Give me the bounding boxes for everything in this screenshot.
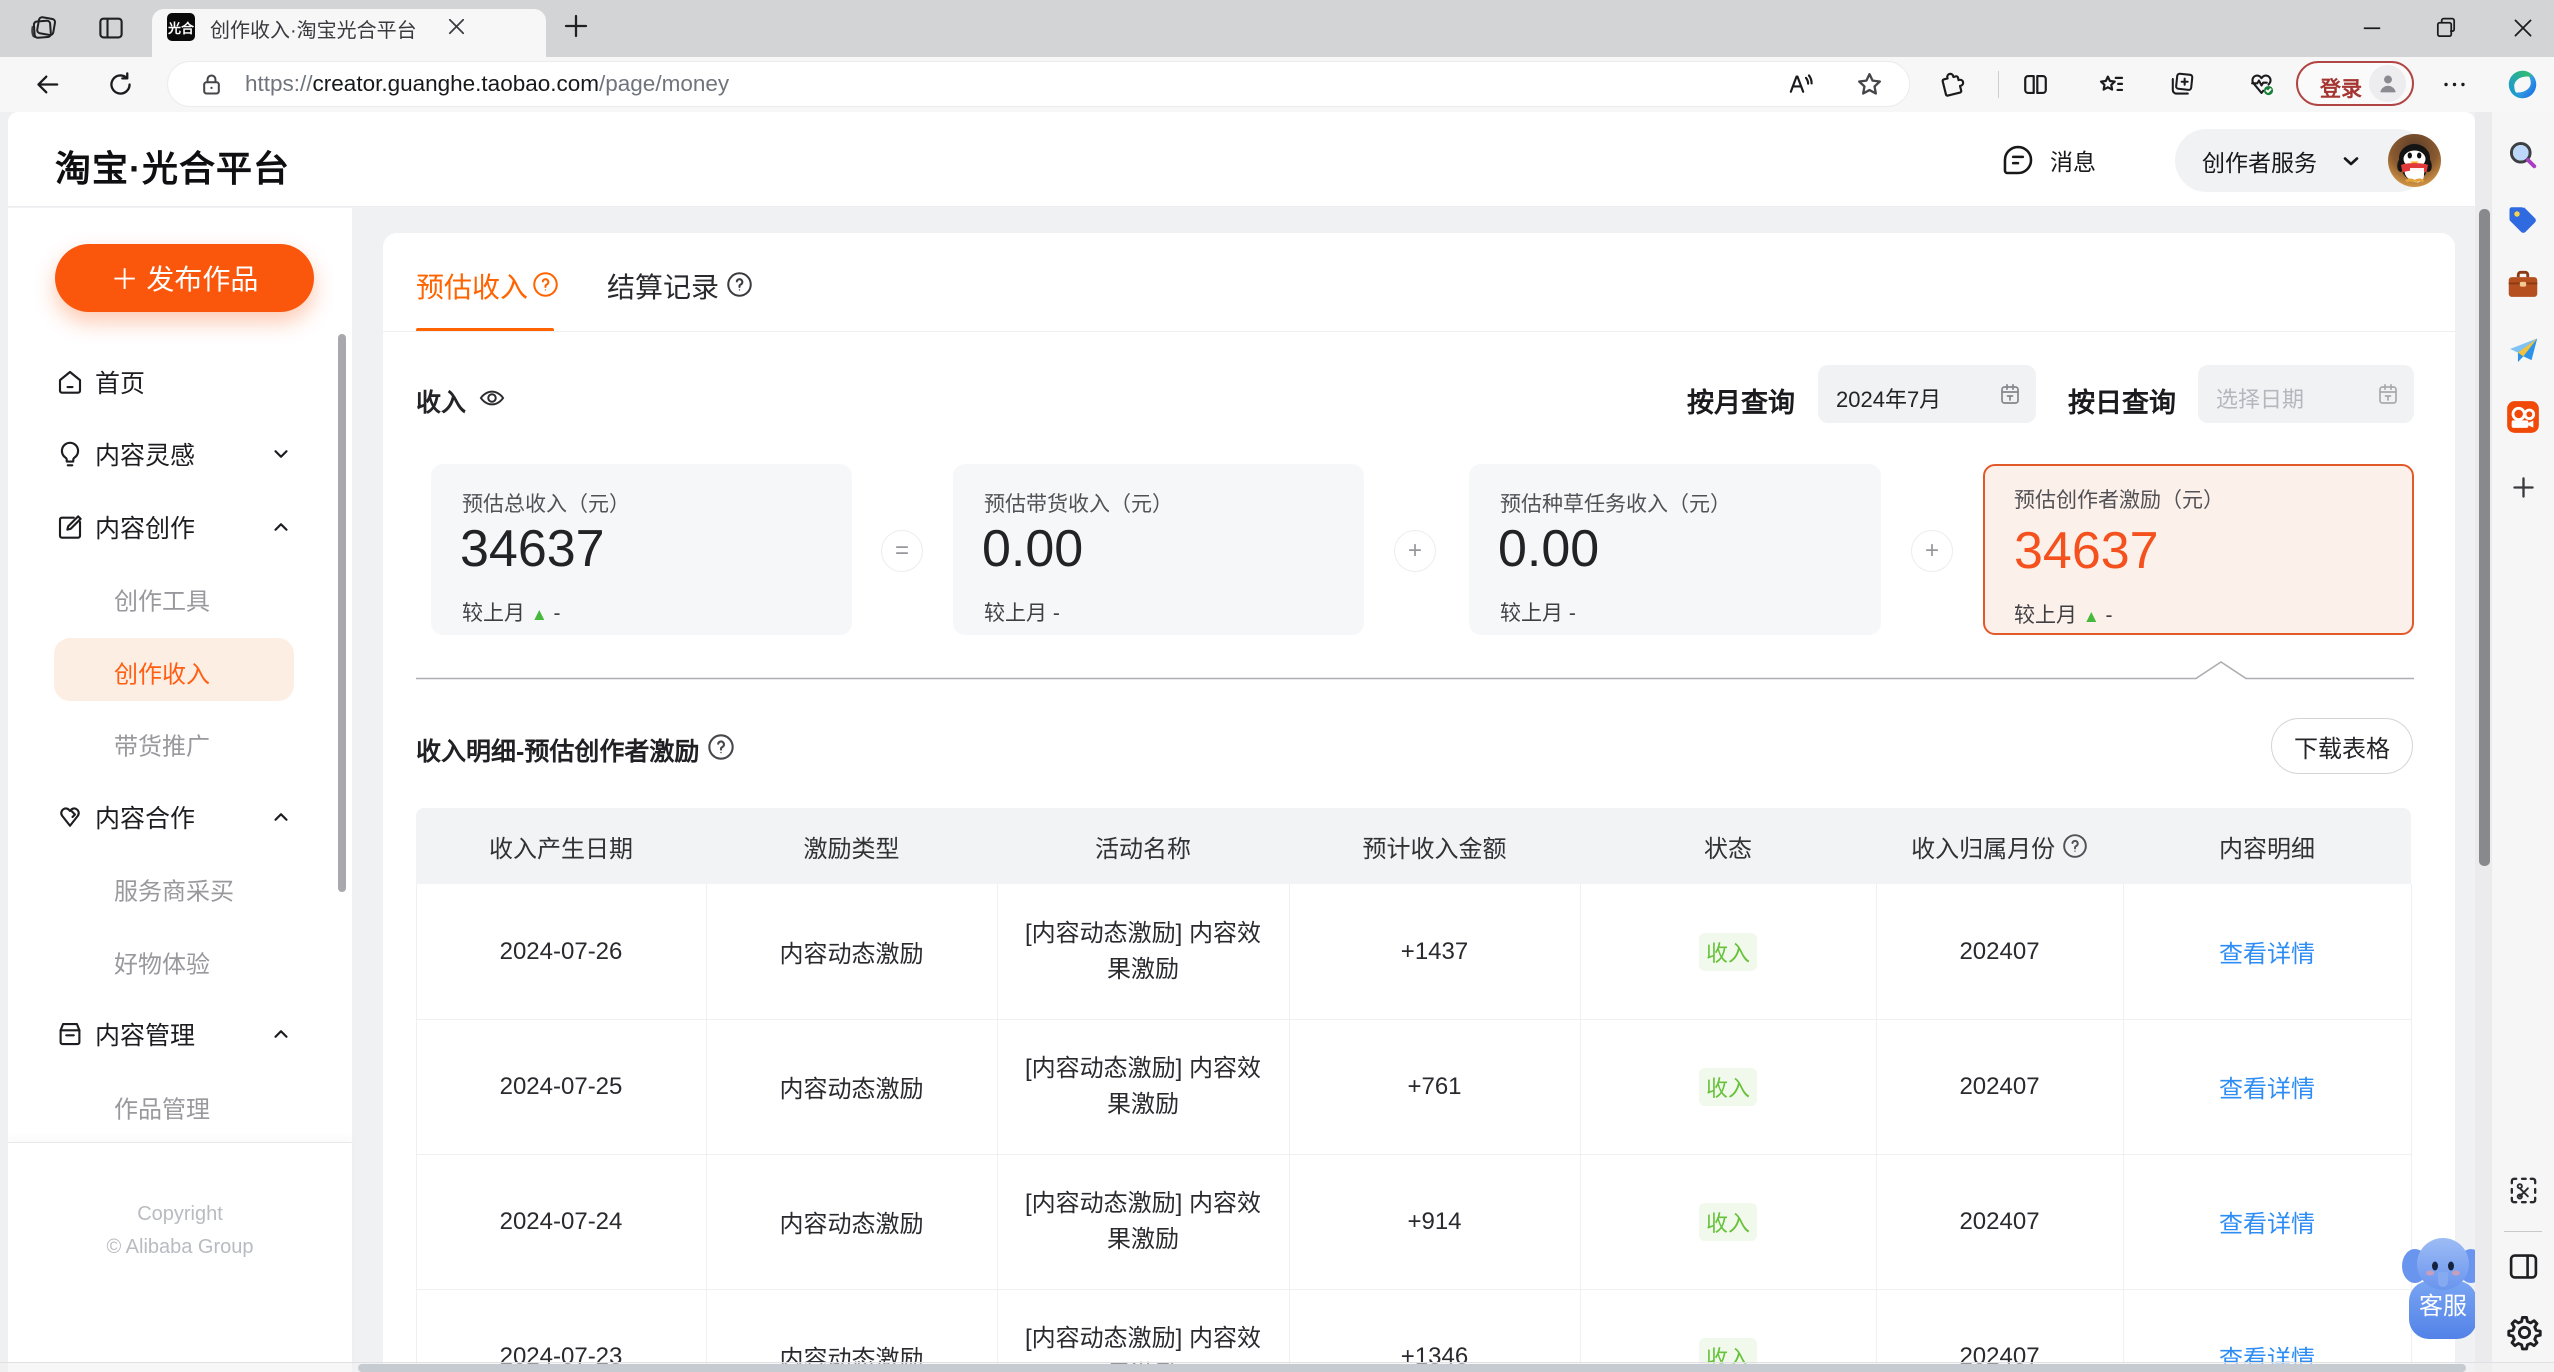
svg-text:客服: 客服 bbox=[2419, 1293, 2467, 1320]
